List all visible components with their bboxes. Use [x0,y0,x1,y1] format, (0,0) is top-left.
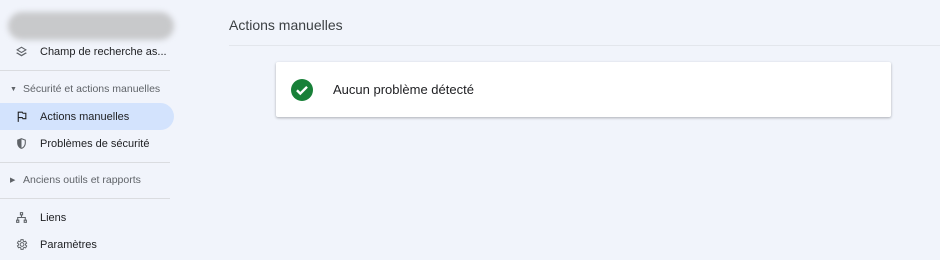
sidebar-item-label: Liens [40,211,67,224]
sidebar-item-label: Actions manuelles [40,110,130,123]
sidebar-item-search-field[interactable]: Champ de recherche as... [0,38,174,65]
sidebar-divider [0,162,170,163]
shield-icon [0,137,40,150]
sidebar-divider [0,70,170,71]
page-title: Actions manuelles [229,17,343,33]
sitemap-icon [0,211,40,224]
status-card: Aucun problème détecté [276,62,891,117]
status-message: Aucun problème détecté [333,82,474,97]
title-divider [229,45,940,46]
sidebar-item-label: Problèmes de sécurité [40,137,150,150]
section-label: Sécurité et actions manuelles [23,83,161,95]
check-circle-icon [291,78,313,101]
gear-icon [0,238,40,251]
caret-down-icon: ▼ [10,85,17,93]
sidebar-item-label: Champ de recherche as... [40,45,167,58]
layers-icon [0,45,40,58]
sidebar-item-actions-manuelles[interactable]: Actions manuelles [0,103,174,130]
section-label: Anciens outils et rapports [23,174,141,186]
flag-icon [0,110,40,123]
sidebar-item-problemes-securite[interactable]: Problèmes de sécurité [0,130,174,157]
sidebar-divider [0,198,170,199]
sidebar-item-liens[interactable]: Liens [0,204,174,231]
sidebar: Champ de recherche as... ▼ Sécurité et a… [0,0,185,260]
property-selector[interactable] [8,12,174,40]
caret-right-icon: ▶ [10,177,16,184]
sidebar-item-parametres[interactable]: Paramètres [0,231,174,258]
section-legacy[interactable]: ▶ Anciens outils et rapports [0,170,174,190]
sidebar-item-label: Paramètres [40,238,97,251]
section-security[interactable]: ▼ Sécurité et actions manuelles [0,79,174,99]
